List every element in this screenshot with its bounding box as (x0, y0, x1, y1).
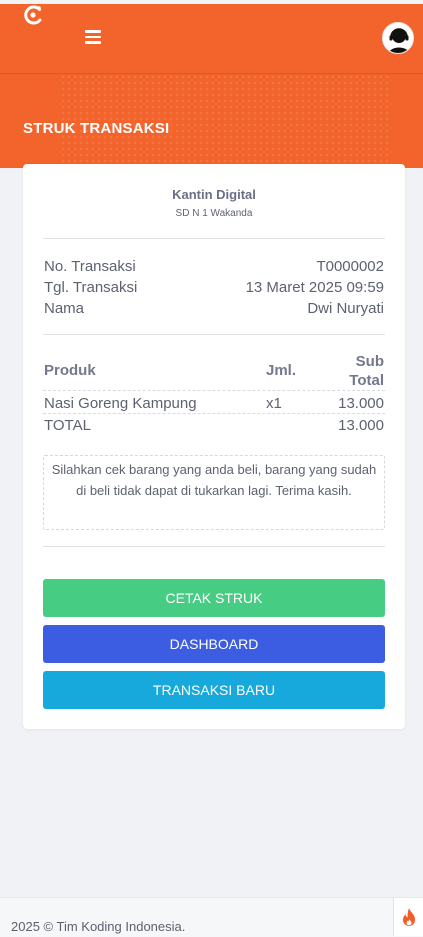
table-divider (43, 390, 385, 391)
store-subtitle: SD N 1 Wakanda (175, 208, 253, 219)
hamburger-menu-icon[interactable] (85, 30, 101, 46)
column-header-subtotal-line2: Total (349, 372, 384, 389)
info-value: T0000002 (316, 258, 384, 275)
footer: 2025 © Tim Koding Indonesia. (0, 897, 423, 937)
divider (43, 334, 385, 335)
total-value: 13.000 (338, 417, 384, 434)
item-subtotal: 13.000 (338, 395, 384, 412)
divider (43, 238, 385, 239)
user-avatar[interactable] (382, 22, 414, 54)
footer-copyright: 2025 © Tim Koding Indonesia. (11, 919, 186, 934)
info-label: Tgl. Transaksi (44, 279, 138, 296)
info-label: No. Transaksi (44, 258, 136, 275)
notice-box: Silahkan cek barang yang anda beli, bara… (43, 455, 385, 530)
item-product: Nasi Goreng Kampung (44, 395, 197, 412)
navbar (0, 4, 423, 74)
info-label: Nama (44, 300, 85, 317)
table-divider (43, 413, 385, 414)
store-name: Kantin Digital (172, 187, 256, 202)
new-transaction-button[interactable]: TRANSAKSI BARU (43, 671, 385, 709)
column-header-qty: Jml. (266, 362, 297, 379)
divider (43, 546, 385, 547)
total-label: TOTAL (44, 417, 91, 434)
print-receipt-button[interactable]: CETAK STRUK (43, 579, 385, 617)
receipt-card: Kantin Digital SD N 1 Wakanda No. Transa… (23, 164, 405, 729)
dashboard-button[interactable]: DASHBOARD (43, 625, 385, 663)
info-value: Dwi Nuryati (307, 300, 384, 317)
column-header-subtotal-line1: Sub (355, 353, 384, 370)
column-header-product: Produk (44, 362, 96, 379)
fire-icon (402, 908, 415, 926)
page-title: STRUK TRANSAKSI (23, 120, 170, 137)
header-banner: STRUK TRANSAKSI (0, 4, 423, 168)
world-map-pattern (60, 74, 390, 164)
info-value: 13 Maret 2025 09:59 (245, 279, 384, 296)
user-headset-icon (388, 28, 410, 53)
logo-icon[interactable] (22, 4, 44, 26)
fire-button[interactable] (393, 898, 423, 936)
item-qty: x1 (266, 395, 282, 412)
